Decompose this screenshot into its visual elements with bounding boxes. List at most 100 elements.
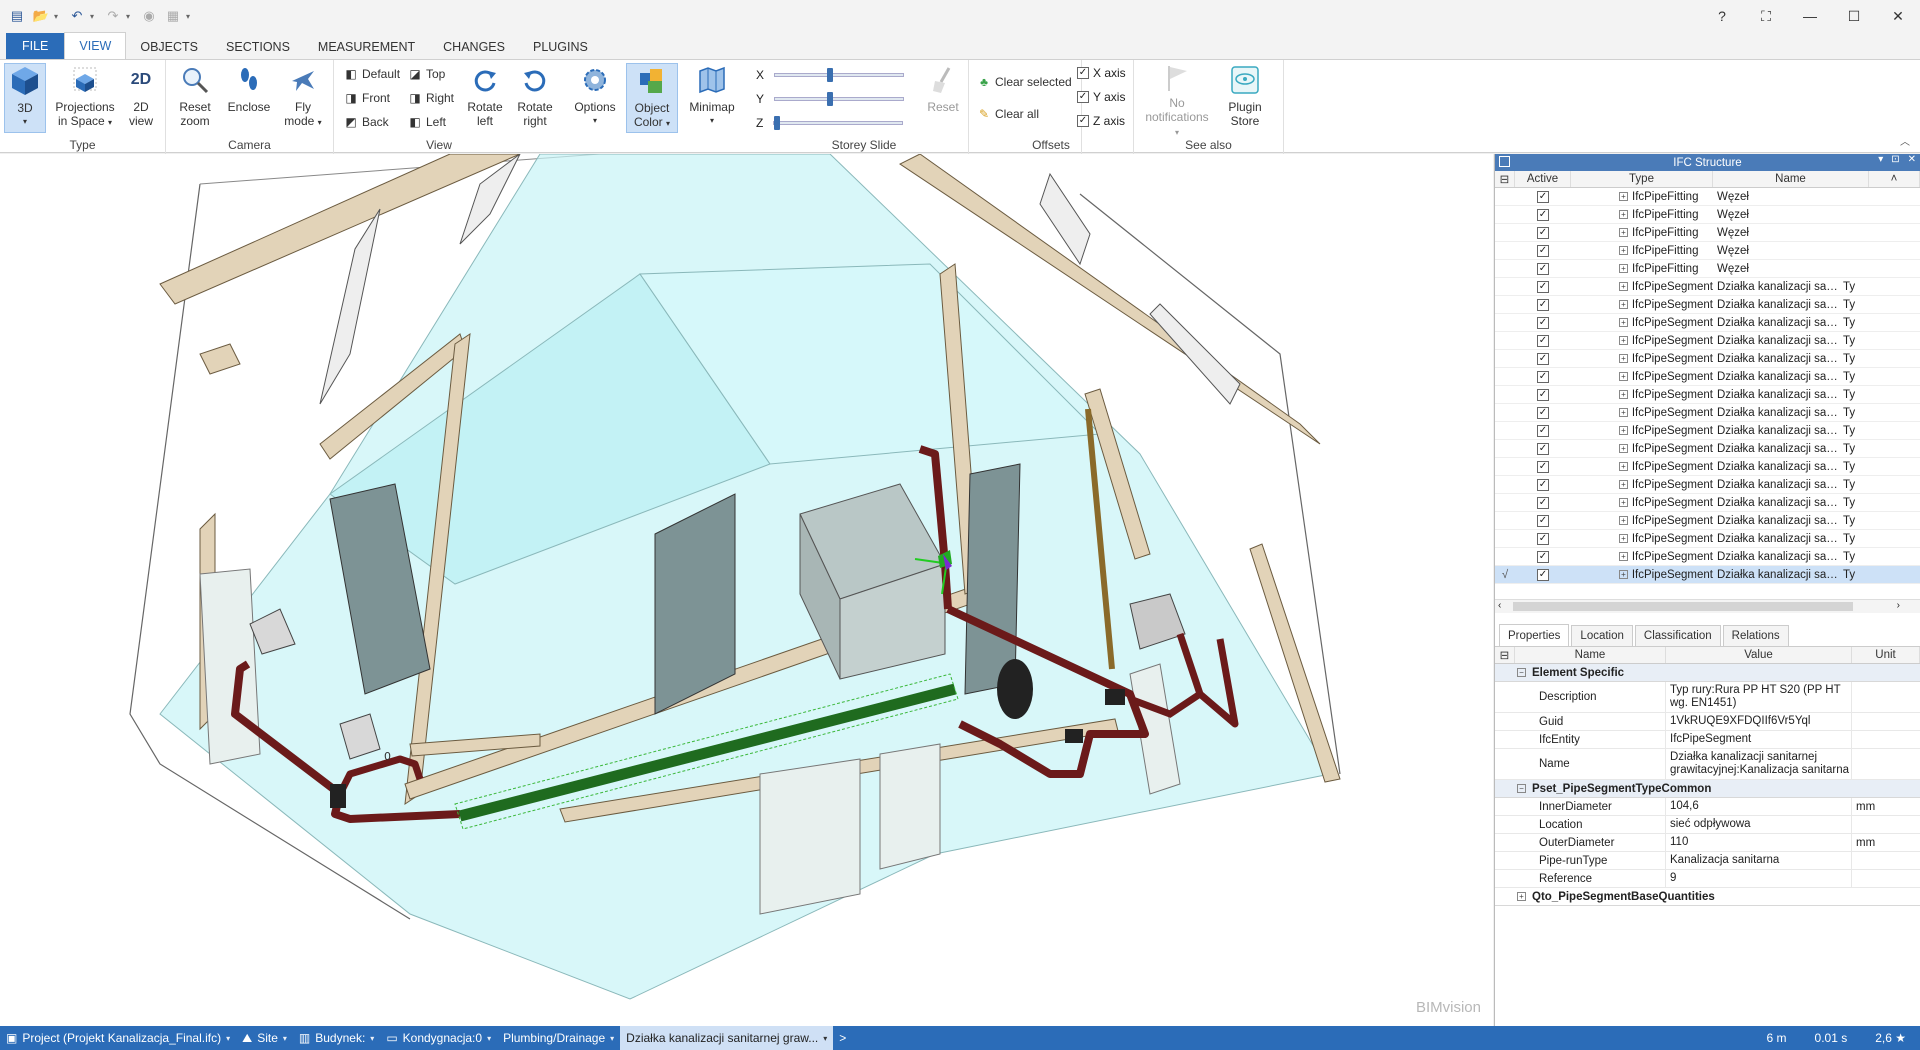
slider-y-thumb[interactable] <box>827 92 834 106</box>
reset-zoom-button[interactable]: Reset zoom <box>172 63 218 133</box>
active-checkbox[interactable]: ✓ <box>1537 550 1549 563</box>
undo-icon[interactable]: ↶ <box>66 5 88 27</box>
active-checkbox-cell[interactable]: ✓ <box>1515 496 1571 509</box>
view-back-button[interactable]: ◩ Back <box>344 112 388 132</box>
y-axis-check-box[interactable]: ✓ <box>1077 91 1089 103</box>
active-checkbox-cell[interactable]: ✓ <box>1515 226 1571 239</box>
property-value[interactable]: 110 <box>1666 834 1852 851</box>
rotate-left-button[interactable]: Rotate left <box>462 63 508 133</box>
collapse-icon[interactable]: − <box>1517 784 1526 793</box>
z-axis-check-box[interactable]: ✓ <box>1077 115 1089 127</box>
active-checkbox[interactable]: ✓ <box>1537 334 1549 347</box>
expand-icon[interactable]: + <box>1619 246 1628 255</box>
expand-icon[interactable]: + <box>1619 444 1628 453</box>
expand-icon[interactable]: + <box>1619 282 1628 291</box>
active-checkbox-cell[interactable]: ✓ <box>1515 406 1571 419</box>
expand-icon[interactable]: + <box>1619 498 1628 507</box>
z-axis-checkbox[interactable]: ✓ Z axis <box>1077 114 1125 128</box>
property-value[interactable]: 1VkRUQE9XFDQIIf6Vr5Yql <box>1666 713 1852 730</box>
model-render[interactable]: 0 <box>0 154 1493 1026</box>
ifc-tree[interactable]: ✓ + IfcPipeFitting Węzeł ✓ + IfcPipeFitting Węz… <box>1495 188 1920 599</box>
property-row[interactable]: Location sieć odpływowa <box>1495 816 1920 834</box>
tree-row[interactable]: ✓ + IfcPipeSegment Działka kanalizacji sani… <box>1495 314 1920 332</box>
y-axis-checkbox[interactable]: ✓ Y axis <box>1077 90 1125 104</box>
3d-button[interactable]: 3D ▾ <box>4 63 46 133</box>
property-value[interactable]: sieć odpływowa <box>1666 816 1852 833</box>
help-icon[interactable]: ? <box>1700 0 1744 32</box>
tab-properties[interactable]: Properties <box>1499 624 1570 646</box>
active-checkbox[interactable]: ✓ <box>1537 208 1549 221</box>
tree-row[interactable]: √ ✓ + IfcPipeSegment Działka kanalizacji san… <box>1495 566 1920 584</box>
view-top-button[interactable]: ◪ Top <box>408 64 445 84</box>
property-value[interactable]: Typ rury:Rura PP HT S20 (PP HT wg. EN145… <box>1666 682 1852 712</box>
expand-icon[interactable]: + <box>1619 210 1628 219</box>
view-default-button[interactable]: ◧ Default <box>344 64 400 84</box>
property-row[interactable]: Description Typ rury:Rura PP HT S20 (PP H… <box>1495 682 1920 713</box>
slider-x-thumb[interactable] <box>827 68 834 82</box>
panel-menu-icon[interactable] <box>1499 156 1510 167</box>
scroll-left-icon[interactable]: ‹ <box>1498 600 1501 611</box>
active-checkbox[interactable]: ✓ <box>1537 280 1549 293</box>
active-checkbox-cell[interactable]: ✓ <box>1515 190 1571 203</box>
slider-y-track[interactable] <box>774 92 905 106</box>
col-type[interactable]: Type <box>1571 171 1713 187</box>
status-storey[interactable]: ▭ Kondygnacja:0 ▾ <box>380 1026 497 1050</box>
active-checkbox[interactable]: ✓ <box>1537 532 1549 545</box>
tree-row[interactable]: ✓ + IfcPipeSegment Działka kanalizacji sani… <box>1495 350 1920 368</box>
col-prop-name[interactable]: Name <box>1515 647 1666 663</box>
rotate-right-button[interactable]: Rotate right <box>512 63 558 133</box>
fly-mode-button[interactable]: Fly mode ▾ <box>278 63 328 133</box>
tab-location[interactable]: Location <box>1571 625 1633 646</box>
active-checkbox-cell[interactable]: ✓ <box>1515 244 1571 257</box>
col-name[interactable]: Name <box>1713 171 1869 187</box>
customize-qa-icon[interactable]: ▾ <box>186 12 196 21</box>
expand-icon[interactable]: + <box>1619 192 1628 201</box>
minimap-button[interactable]: Minimap ▾ <box>684 63 740 133</box>
active-checkbox-cell[interactable]: ✓ <box>1515 316 1571 329</box>
active-checkbox-cell[interactable]: ✓ <box>1515 442 1571 455</box>
active-checkbox-cell[interactable]: ✓ <box>1515 568 1571 581</box>
active-checkbox[interactable]: ✓ <box>1537 352 1549 365</box>
panel-close-icon[interactable]: ✕ <box>1908 154 1916 165</box>
active-checkbox-cell[interactable]: ✓ <box>1515 280 1571 293</box>
tree-row[interactable]: ✓ + IfcPipeSegment Działka kanalizacji sani… <box>1495 422 1920 440</box>
property-value[interactable]: IfcPipeSegment <box>1666 731 1852 748</box>
tree-row[interactable]: ✓ + IfcPipeSegment Działka kanalizacji sani… <box>1495 458 1920 476</box>
slider-z-track[interactable] <box>773 116 904 130</box>
tree-row[interactable]: ✓ + IfcPipeSegment Działka kanalizacji sani… <box>1495 368 1920 386</box>
tree-row[interactable]: ✓ + IfcPipeSegment Działka kanalizacji sani… <box>1495 530 1920 548</box>
active-checkbox[interactable]: ✓ <box>1537 370 1549 383</box>
collapse-ribbon-icon[interactable]: ︿ <box>1900 133 1910 148</box>
clear-selected-button[interactable]: ♣ Clear selected <box>977 72 1072 92</box>
expand-icon[interactable]: + <box>1619 372 1628 381</box>
storey-reset-button[interactable]: Reset <box>920 63 966 133</box>
plugin-store-button[interactable]: Plugin Store <box>1218 63 1272 133</box>
tree-row[interactable]: ✓ + IfcPipeSegment Działka kanalizacji sani… <box>1495 494 1920 512</box>
active-checkbox[interactable]: ✓ <box>1537 496 1549 509</box>
property-row[interactable]: InnerDiameter 104,6 mm <box>1495 798 1920 816</box>
app-icon[interactable]: ▤ <box>6 5 28 27</box>
fullscreen-icon[interactable]: ⛶ <box>1744 0 1788 32</box>
view-right-button[interactable]: ◨ Right <box>408 88 454 108</box>
active-checkbox[interactable]: ✓ <box>1537 262 1549 275</box>
scroll-right-icon[interactable]: › <box>1897 600 1900 611</box>
active-checkbox[interactable]: ✓ <box>1537 442 1549 455</box>
tree-settings-icon[interactable]: ⊟ <box>1495 171 1515 187</box>
slider-x-track[interactable] <box>774 68 905 82</box>
status-site[interactable]: ⛰ Site ▾ <box>236 1026 293 1050</box>
props-settings-icon[interactable]: ⊟ <box>1495 647 1515 663</box>
redo-icon[interactable]: ↷ <box>102 5 124 27</box>
tree-row[interactable]: ✓ + IfcPipeSegment Działka kanalizacji sani… <box>1495 476 1920 494</box>
tree-row[interactable]: ✓ + IfcPipeSegment Działka kanalizacji sani… <box>1495 512 1920 530</box>
active-checkbox[interactable]: ✓ <box>1537 478 1549 491</box>
active-checkbox-cell[interactable]: ✓ <box>1515 298 1571 311</box>
tab-plugins[interactable]: PLUGINS <box>519 34 602 59</box>
property-row[interactable]: Guid 1VkRUQE9XFDQIIf6Vr5Yql <box>1495 713 1920 731</box>
status-more[interactable]: > <box>833 1026 852 1050</box>
active-checkbox-cell[interactable]: ✓ <box>1515 550 1571 563</box>
2d-view-button[interactable]: 2D 2D view <box>120 63 162 133</box>
property-value[interactable]: 9 <box>1666 870 1852 887</box>
expand-icon[interactable]: + <box>1619 534 1628 543</box>
property-row[interactable]: OuterDiameter 110 mm <box>1495 834 1920 852</box>
expand-icon[interactable]: + <box>1619 552 1628 561</box>
